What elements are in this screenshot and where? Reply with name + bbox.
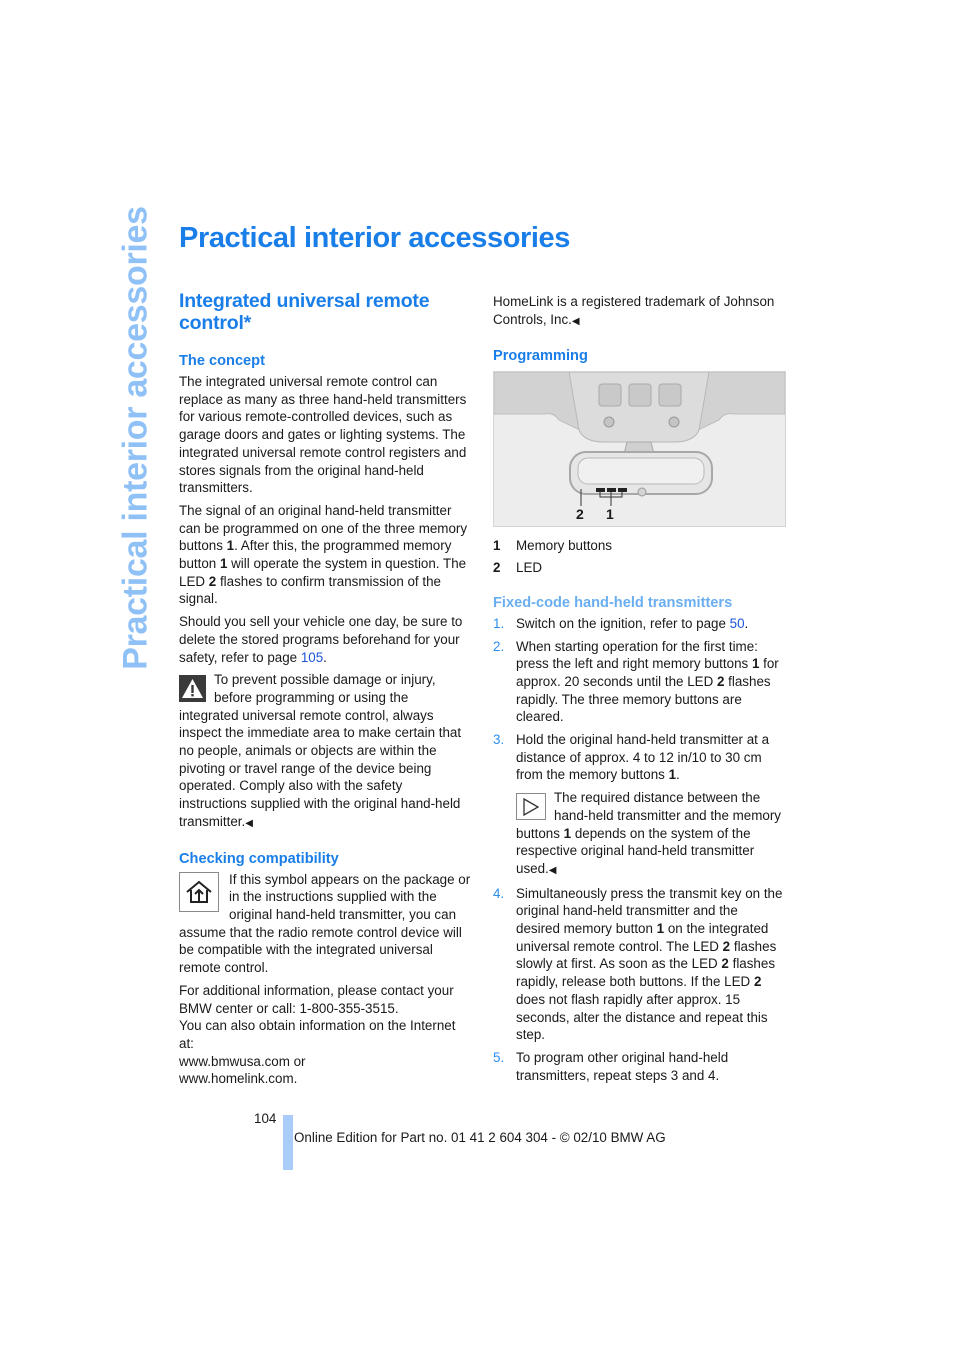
programming-steps: 1. Switch on the ignition, refer to page… bbox=[493, 615, 785, 1085]
compatibility-paragraph: If this symbol appears on the package or… bbox=[179, 871, 471, 976]
page-link-105[interactable]: 105 bbox=[301, 650, 323, 665]
footer-edition-text: Online Edition for Part no. 01 41 2 604 … bbox=[294, 1130, 666, 1145]
step-item: 1. Switch on the ignition, refer to page… bbox=[493, 615, 749, 631]
compatibility-heading: Checking compatibility bbox=[179, 850, 339, 867]
section-title: Integrated universal remote control* bbox=[179, 290, 430, 334]
page-number: 104 bbox=[254, 1111, 277, 1126]
right-column: HomeLink is a registered trademark of Jo… bbox=[493, 293, 786, 1089]
trademark-note: HomeLink is a registered trademark of Jo… bbox=[493, 294, 775, 327]
url-homelink: www.homelink.com. bbox=[179, 1071, 298, 1087]
figure-label-1: 1 bbox=[606, 506, 614, 523]
step-item: 4. Simultaneously press the transmit key… bbox=[493, 885, 783, 1043]
mirror-illustration bbox=[494, 372, 785, 527]
concept-paragraph-1: The integrated universal remote control … bbox=[179, 374, 467, 496]
distance-note: The required distance between the hand-h… bbox=[516, 790, 782, 876]
concept-paragraph-2: The signal of an original hand-held tran… bbox=[179, 502, 468, 607]
side-chapter-tab: Practical interior accessories bbox=[116, 206, 156, 670]
step-item: 2. When starting operation for the first… bbox=[493, 638, 779, 725]
concept-heading: The concept bbox=[179, 353, 265, 369]
end-mark-icon: ◀ bbox=[245, 817, 253, 829]
end-mark-icon: ◀ bbox=[548, 864, 557, 876]
programming-heading: Programming bbox=[493, 348, 588, 365]
note-arrow-icon bbox=[516, 793, 546, 821]
left-column: Integrated universal remote control* The… bbox=[179, 290, 471, 1088]
internet-paragraph: You can also obtain information on the I… bbox=[179, 1018, 456, 1051]
page-title: Practical interior accessories bbox=[179, 222, 571, 254]
contact-paragraph: For additional information, please conta… bbox=[179, 982, 454, 1016]
end-mark-icon: ◀ bbox=[571, 315, 580, 327]
url-bmwusa: www.bmwusa.com or bbox=[179, 1053, 306, 1069]
warning-note: To prevent possible damage or injury, be… bbox=[179, 672, 462, 829]
page-link-50[interactable]: 50 bbox=[730, 616, 745, 631]
rearview-mirror-figure: 2 1 bbox=[493, 371, 786, 528]
footer-accent-bar bbox=[283, 1115, 293, 1170]
concept-paragraph-3: Should you sell your vehicle one day, be… bbox=[179, 614, 463, 665]
legend-item: 2 LED bbox=[493, 560, 543, 576]
side-chapter-label: Practical interior accessories bbox=[116, 206, 155, 670]
step-item: 3. Hold the original hand-held transmitt… bbox=[493, 731, 785, 880]
legend-item: 1 Memory buttons bbox=[493, 538, 613, 554]
figure-label-2: 2 bbox=[576, 506, 584, 523]
warning-triangle-icon bbox=[179, 675, 206, 703]
homelink-house-icon bbox=[179, 871, 219, 912]
step-item: 5. To program other original hand-held t… bbox=[493, 1049, 729, 1083]
fixed-code-heading: Fixed-code hand-held transmitters bbox=[493, 594, 733, 611]
